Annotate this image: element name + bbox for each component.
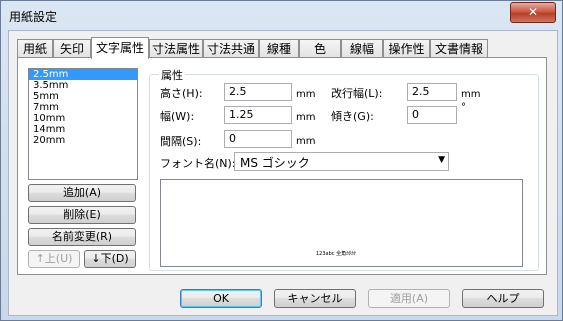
tab-dimension-common[interactable]: 寸法共通 bbox=[203, 39, 259, 57]
height-label: 高さ(H): bbox=[160, 87, 203, 100]
height-field[interactable]: 2.5 bbox=[224, 83, 292, 101]
help-button[interactable]: ヘルプ bbox=[462, 289, 544, 308]
add-button[interactable]: 追加(A) bbox=[28, 184, 136, 202]
list-item[interactable]: 7mm bbox=[29, 102, 137, 113]
tab-operability[interactable]: 操作性 bbox=[383, 39, 430, 57]
tab-line-width[interactable]: 線幅 bbox=[341, 39, 383, 57]
group-title: 属性 bbox=[159, 67, 185, 83]
delete-button[interactable]: 削除(E) bbox=[28, 206, 136, 224]
dialog-window: 用紙設定 ✕ 用紙 矢印 文字属性 寸法属性 寸法共通 線種 色 線幅 操作性 … bbox=[0, 0, 563, 321]
tab-color[interactable]: 色 bbox=[299, 39, 341, 57]
chevron-down-icon[interactable]: ▼ bbox=[438, 155, 445, 165]
width-field[interactable]: 1.25 bbox=[224, 106, 292, 124]
window-title: 用紙設定 bbox=[9, 10, 58, 24]
tab-document-info[interactable]: 文書情報 bbox=[430, 39, 488, 57]
move-down-button[interactable]: ↓下(D) bbox=[84, 250, 136, 268]
font-name-value: MS ゴシック bbox=[240, 156, 310, 170]
font-name-label: フォント名(N): bbox=[160, 157, 236, 170]
height-unit: mm bbox=[296, 89, 316, 100]
line-spacing-label: 改行幅(L): bbox=[331, 87, 383, 100]
attributes-group: 属性 高さ(H): 2.5 mm 幅(W): 1.25 mm 間隔(S): 0 … bbox=[149, 67, 539, 271]
ok-button[interactable]: OK bbox=[180, 289, 262, 308]
list-item[interactable]: 3.5mm bbox=[29, 80, 137, 91]
tab-line-type[interactable]: 線種 bbox=[259, 39, 299, 57]
list-item[interactable]: 5mm bbox=[29, 91, 137, 102]
size-listbox[interactable]: 2.5mm 3.5mm 5mm 7mm 10mm 14mm 20mm bbox=[28, 68, 138, 180]
move-up-button[interactable]: ↑上(U) bbox=[28, 250, 80, 268]
slant-label: 傾き(G): bbox=[331, 110, 374, 123]
tab-panel-text-attributes: 2.5mm 3.5mm 5mm 7mm 10mm 14mm 20mm 追加(A)… bbox=[17, 57, 547, 275]
width-unit: mm bbox=[296, 112, 316, 123]
list-item[interactable]: 14mm bbox=[29, 124, 137, 135]
apply-button[interactable]: 適用(A) bbox=[368, 289, 450, 308]
list-item[interactable]: 20mm bbox=[29, 135, 137, 146]
font-preview-box: 123abc 全角ｶﾀｶﾅ bbox=[160, 179, 523, 267]
tab-dimension-attributes[interactable]: 寸法属性 bbox=[149, 39, 203, 57]
close-button[interactable]: ✕ bbox=[510, 2, 556, 23]
width-label: 幅(W): bbox=[160, 110, 195, 123]
list-item[interactable]: 10mm bbox=[29, 113, 137, 124]
spacing-label: 間隔(S): bbox=[160, 135, 202, 148]
preview-text: 123abc 全角ｶﾀｶﾅ bbox=[316, 251, 357, 257]
dialog-client: 用紙 矢印 文字属性 寸法属性 寸法共通 線種 色 線幅 操作性 文書情報 2.… bbox=[8, 30, 558, 316]
line-spacing-unit: mm bbox=[461, 89, 481, 100]
spacing-field[interactable]: 0 bbox=[224, 130, 292, 148]
tab-text-attributes[interactable]: 文字属性 bbox=[91, 37, 149, 59]
list-item[interactable]: 2.5mm bbox=[29, 69, 137, 80]
spacing-unit: mm bbox=[296, 136, 316, 147]
slant-unit: ° bbox=[461, 102, 466, 113]
slant-field[interactable]: 0 bbox=[407, 106, 457, 124]
line-spacing-field[interactable]: 2.5 bbox=[407, 83, 457, 101]
font-name-dropdown[interactable]: MS ゴシック ▼ bbox=[234, 152, 449, 171]
tab-arrow[interactable]: 矢印 bbox=[53, 39, 91, 57]
tab-paper[interactable]: 用紙 bbox=[17, 39, 53, 57]
rename-button[interactable]: 名前変更(R) bbox=[28, 228, 136, 246]
title-bar: 用紙設定 ✕ bbox=[1, 1, 562, 29]
cancel-button[interactable]: キャンセル bbox=[274, 289, 356, 308]
